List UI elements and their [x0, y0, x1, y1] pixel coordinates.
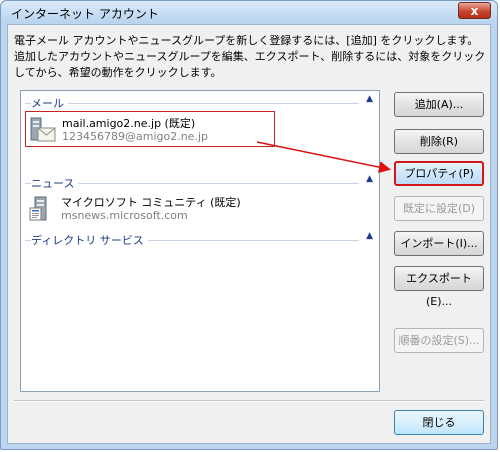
annotation-arrow-icon: [256, 141, 391, 174]
dialog-window: インターネット アカウント x 電子メール アカウントやニュースグループを新しく…: [0, 0, 498, 450]
